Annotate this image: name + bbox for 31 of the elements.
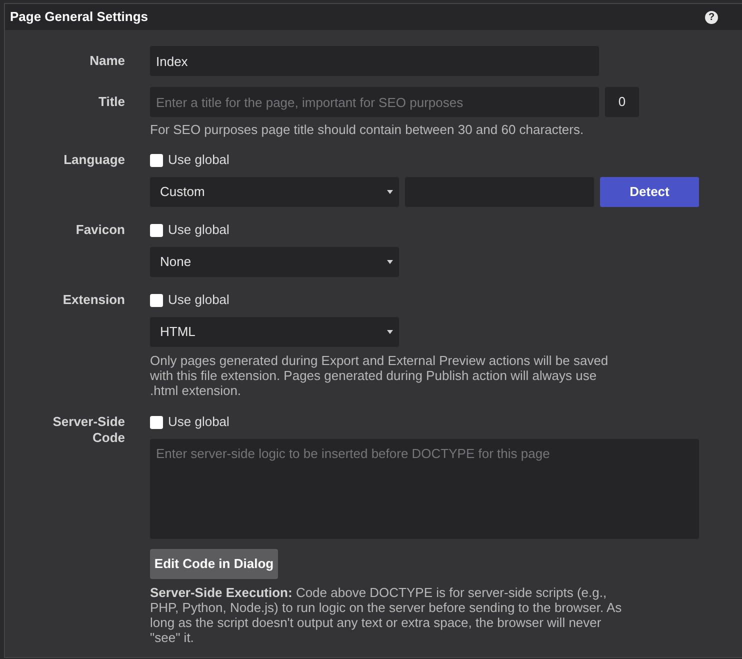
caret-icon (387, 260, 393, 264)
character-count: 0 (605, 87, 639, 117)
dropdown[interactable]: Custom (150, 177, 399, 207)
dropdown[interactable]: HTML (150, 317, 399, 347)
checkbox-label[interactable]: Use global (168, 152, 230, 168)
checkbox[interactable] (150, 416, 163, 428)
help-text: For SEO purposes page title should contain between 30 and 60 characters. (150, 122, 585, 137)
field-label: Extension (62, 292, 125, 307)
code-textarea[interactable]: Enter server-side logic to be inserted before DOCTYPE for this page (150, 439, 699, 539)
dropdown[interactable]: None (150, 247, 399, 277)
field-label: Name (90, 53, 125, 68)
field-label: Favicon (76, 222, 125, 237)
checkbox[interactable] (150, 224, 163, 236)
checkbox-label[interactable]: Use global (168, 414, 230, 430)
field-label: Title (98, 94, 125, 109)
help-text: Server-Side Execution: Code above DOCTYPE is for server-side scripts (e.g., PHP, Python, Node.js) to run logic on the server before sending to the browser. As long as the script doesn't output any text or extra space, the browser will never "see" it. (150, 585, 623, 645)
checkbox[interactable] (150, 294, 163, 306)
field-label: Server-Side Code (52, 414, 125, 445)
checkbox-label[interactable]: Use global (168, 222, 230, 238)
caret-icon (387, 190, 393, 194)
edit-code-button[interactable]: Edit Code in Dialog (150, 549, 278, 579)
input-field[interactable]: Enter a title for the page, important for SEO purposes (150, 87, 599, 117)
field-label: Language (64, 152, 125, 167)
help-text: Only pages generated during Export and External Preview actions will be saved with this file extension. Pages generated during Publish action will always use .html extension. (150, 353, 610, 398)
checkbox-label[interactable]: Use global (168, 292, 230, 308)
caret-icon (387, 330, 393, 334)
panel-title: Page General Settings (10, 8, 148, 26)
help-button[interactable]: ? (705, 10, 718, 24)
checkbox[interactable] (150, 154, 163, 166)
input-field[interactable]: Index (150, 46, 599, 76)
detect-button[interactable]: Detect (600, 177, 699, 207)
